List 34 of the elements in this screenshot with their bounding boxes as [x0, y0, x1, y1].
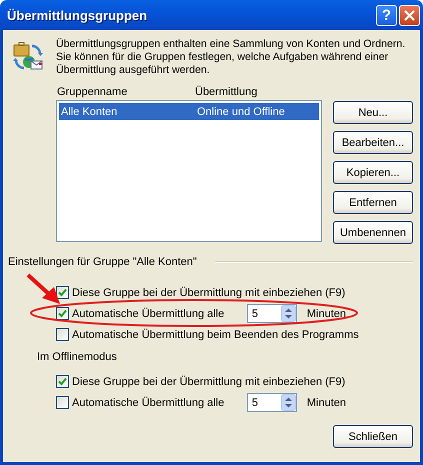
- spin-arrows-icon[interactable]: [280, 394, 296, 411]
- checkbox[interactable]: [56, 328, 69, 341]
- side-button[interactable]: Entfernen: [333, 191, 413, 214]
- list-cell[interactable]: Online und Offline: [195, 106, 285, 118]
- checkbox[interactable]: [56, 375, 69, 388]
- close-button[interactable]: Schließen: [333, 425, 413, 448]
- window-title: Übermittlungsgruppen: [7, 8, 148, 22]
- description-text: Übermittlungsgruppen enthalten eine Sammlung von Konten und Ordnern. Sie können für die Gruppen festlegen, welche Aufgaben während einer Übermittlung ausgeführt werden.: [56, 37, 406, 77]
- checkbox-label[interactable]: Automatische Übermittlung alle: [72, 396, 222, 408]
- side-button[interactable]: Bearbeiten...: [333, 131, 413, 154]
- checkbox[interactable]: [56, 307, 69, 320]
- checkbox-label[interactable]: Diese Gruppe bei der Übermittlung mit einbeziehen (F9): [72, 286, 346, 298]
- unit-label: Minuten: [306, 396, 346, 408]
- minutes-spin-field[interactable]: 5: [246, 393, 297, 412]
- briefcase-sync-icon: [12, 40, 44, 72]
- annotation-arrow: [26, 274, 60, 304]
- section-label: Einstellungen für Gruppe "Alle Konten": [8, 256, 197, 268]
- side-button[interactable]: Neu...: [333, 101, 413, 124]
- unit-label: Minuten: [306, 308, 346, 320]
- side-button[interactable]: Umbenennen: [333, 221, 413, 244]
- column-header: Übermittlung: [194, 86, 258, 98]
- close-icon[interactable]: [399, 4, 420, 26]
- list-cell[interactable]: Alle Konten: [59, 106, 195, 118]
- help-button[interactable]: ?: [376, 4, 397, 26]
- column-header: Gruppenname: [56, 86, 128, 98]
- checkbox[interactable]: [56, 286, 69, 299]
- checkbox-label[interactable]: Diese Gruppe bei der Übermittlung mit einbeziehen (F9): [72, 376, 346, 388]
- minutes-spin-field[interactable]: 5: [246, 304, 297, 323]
- section-label: Im Offlinemodus: [37, 350, 118, 365]
- side-button[interactable]: Kopieren...: [333, 161, 413, 184]
- checkbox[interactable]: [56, 396, 69, 409]
- checkbox-label[interactable]: Automatische Übermittlung alle: [72, 308, 222, 320]
- checkbox-label[interactable]: Automatische Übermittlung beim Beenden des Programms: [72, 328, 359, 340]
- spin-arrows-icon[interactable]: [280, 305, 296, 322]
